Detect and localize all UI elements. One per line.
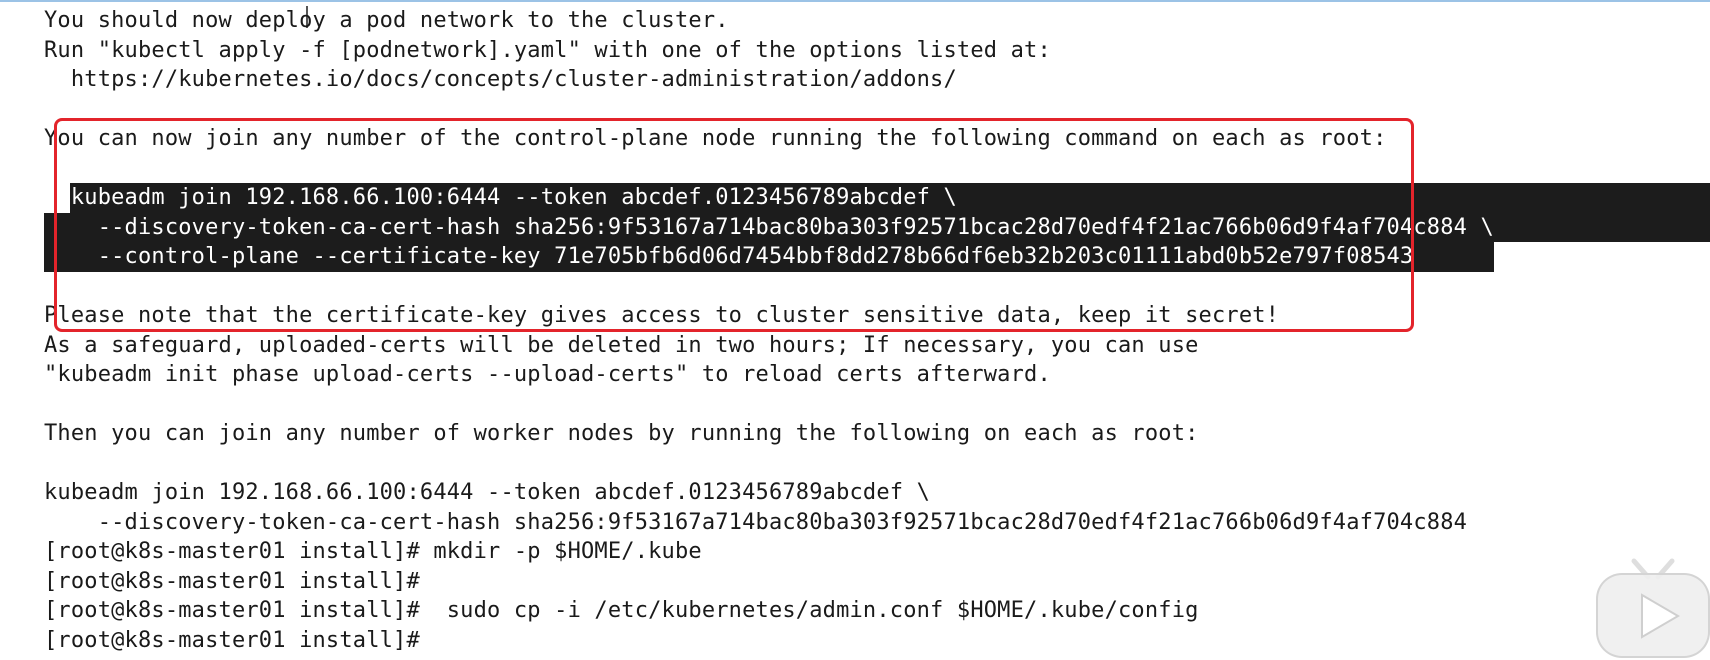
annotation-highlight-box — [54, 118, 1414, 332]
video-play-overlay[interactable] — [1596, 555, 1710, 658]
terminal-output[interactable]: You should now deploy a pod network to t… — [44, 6, 1710, 658]
terminal-line: https://kubernetes.io/docs/concepts/clus… — [44, 67, 957, 92]
terminal-prompt-line: [root@k8s-master01 install]# mkdir -p $H… — [44, 539, 702, 564]
play-button[interactable] — [1596, 573, 1710, 658]
terminal-line: You should now deploy a pod network to t… — [44, 8, 729, 33]
terminal-line: As a safeguard, uploaded-certs will be d… — [44, 332, 1199, 358]
play-icon — [1641, 593, 1680, 639]
terminal-line: Then you can join any number of worker n… — [44, 421, 1199, 446]
terminal-line: Run "kubectl apply -f [podnetwork].yaml"… — [44, 37, 1051, 63]
terminal-line: --discovery-token-ca-cert-hash sha256:9f… — [44, 509, 1468, 535]
window-top-strip — [0, 0, 1710, 2]
terminal-line: kubeadm join 192.168.66.100:6444 --token… — [44, 480, 931, 505]
terminal-prompt-line: [root@k8s-master01 install]# — [44, 627, 420, 653]
terminal-prompt-line: [root@k8s-master01 install]# sudo cp -i … — [44, 598, 1199, 623]
terminal-line: "kubeadm init phase upload-certs --uploa… — [44, 362, 1051, 387]
terminal-prompt-line: [root@k8s-master01 install]# — [44, 568, 420, 594]
